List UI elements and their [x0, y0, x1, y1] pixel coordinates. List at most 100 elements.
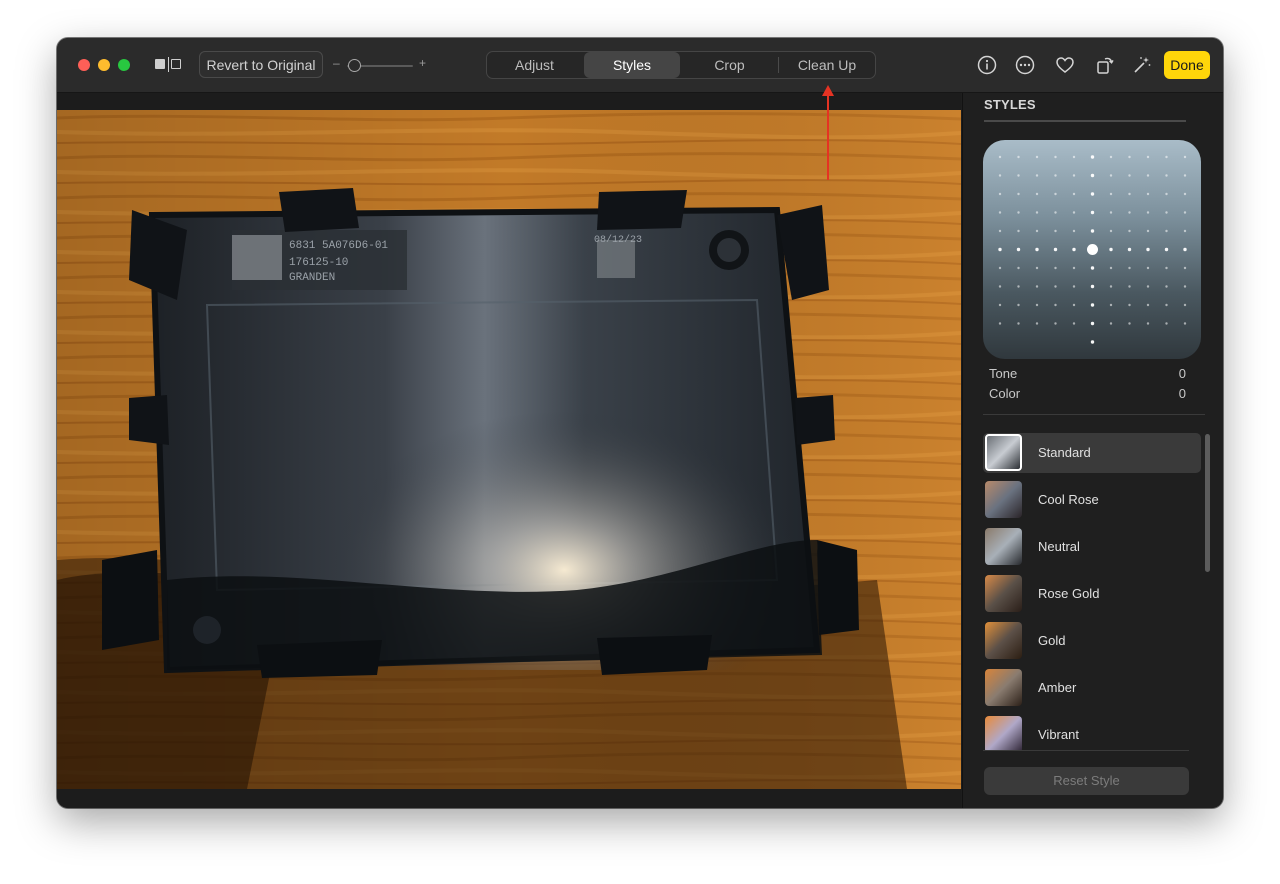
- style-name: Amber: [1038, 680, 1077, 695]
- pad-dot: [1146, 322, 1150, 325]
- pad-dot: [1183, 247, 1187, 252]
- slider-plus-label: +: [419, 56, 427, 70]
- pad-dot: [1109, 155, 1113, 159]
- pad-dot: [1017, 174, 1020, 177]
- pad-dot: [1128, 174, 1131, 177]
- pad-dot: [1128, 211, 1131, 214]
- pad-dot: [1128, 266, 1131, 270]
- style-thumbnail: [985, 669, 1022, 706]
- style-item-gold[interactable]: Gold: [983, 621, 1201, 661]
- style-item-vibrant[interactable]: Vibrant: [983, 715, 1201, 750]
- style-thumbnail: [985, 528, 1022, 565]
- style-item-rose-gold[interactable]: Rose Gold: [983, 574, 1201, 614]
- pad-dot: [1165, 192, 1168, 196]
- compare-icon[interactable]: [155, 57, 183, 72]
- photo-canvas[interactable]: 6831 5A076D6-01 176125-10 GRANDEN 08/12/…: [57, 93, 961, 808]
- photo-label-1: 6831 5A076D6-01: [289, 240, 388, 252]
- zoom-window-button[interactable]: [118, 59, 130, 71]
- rotate-icon[interactable]: [1095, 55, 1115, 75]
- pad-dot: [1054, 155, 1057, 159]
- style-item-standard[interactable]: Standard: [983, 433, 1201, 473]
- pad-dot: [1035, 174, 1039, 177]
- pad-dot: [998, 247, 1002, 252]
- pad-dot: [1165, 266, 1168, 270]
- photo-label-4: 08/12/23: [594, 234, 642, 246]
- pad-dot: [1109, 285, 1113, 288]
- pad-dot: [1054, 285, 1057, 288]
- pad-dot: [1090, 303, 1095, 307]
- style-thumbnail: [985, 481, 1022, 518]
- pad-dot: [1183, 322, 1187, 325]
- pad-dot: [1165, 229, 1168, 233]
- info-icon[interactable]: [977, 55, 997, 75]
- photo-label-3: GRANDEN: [289, 272, 335, 284]
- pad-dot: [1072, 285, 1076, 288]
- pad-dot: [1054, 211, 1057, 214]
- pad-dot: [1054, 174, 1057, 177]
- pad-dot: [1054, 192, 1057, 196]
- auto-enhance-icon[interactable]: [1132, 55, 1152, 75]
- pad-dot: [1183, 174, 1187, 177]
- minimize-window-button[interactable]: [98, 59, 110, 71]
- tone-label: Tone: [989, 366, 1018, 381]
- pad-dot: [1146, 211, 1150, 214]
- color-value: 0: [1178, 386, 1186, 401]
- style-item-amber[interactable]: Amber: [983, 668, 1201, 708]
- pad-dot: [1183, 211, 1187, 214]
- pad-dot: [1128, 303, 1131, 307]
- intensity-slider[interactable]: – +: [333, 56, 429, 73]
- pad-dot: [1035, 322, 1039, 325]
- style-tone-color-pad[interactable]: [983, 140, 1201, 359]
- tab-clean-up[interactable]: Clean Up: [779, 52, 875, 78]
- pad-dot: [1017, 285, 1020, 288]
- pad-dot: [1072, 211, 1076, 214]
- style-item-cool-rose[interactable]: Cool Rose: [983, 480, 1201, 520]
- pad-dot: [1053, 247, 1058, 252]
- pad-dot: [1090, 210, 1095, 215]
- list-bottom-divider: [983, 750, 1189, 751]
- tab-crop[interactable]: Crop: [682, 52, 777, 78]
- pad-dot: [1183, 229, 1187, 233]
- pad-dot: [1183, 266, 1187, 270]
- tab-adjust[interactable]: Adjust: [487, 52, 582, 78]
- style-name: Vibrant: [1038, 727, 1079, 742]
- pad-dot: [1072, 303, 1076, 307]
- style-thumbnail: [985, 434, 1022, 471]
- pad-dot: [1109, 174, 1113, 177]
- style-thumbnail: [985, 716, 1022, 750]
- pad-dot: [998, 229, 1002, 233]
- pad-dot: [1035, 211, 1039, 214]
- done-button[interactable]: Done: [1164, 51, 1210, 79]
- pad-dot: [1016, 247, 1021, 252]
- pad-dot: [1054, 322, 1057, 325]
- pad-dot: [1072, 229, 1076, 233]
- pad-dot: [1054, 229, 1057, 233]
- pad-dot: [1072, 174, 1076, 177]
- pad-dot: [998, 285, 1002, 288]
- reset-style-button[interactable]: Reset Style: [984, 767, 1189, 795]
- pad-dot: [1090, 284, 1095, 289]
- more-icon[interactable]: [1015, 55, 1035, 75]
- pad-dot: [998, 211, 1002, 214]
- pad-dot: [1072, 192, 1076, 196]
- slider-knob[interactable]: [348, 59, 361, 72]
- pad-dot: [1109, 229, 1113, 233]
- style-item-neutral[interactable]: Neutral: [983, 527, 1201, 567]
- pad-dot: [1128, 155, 1131, 159]
- tab-styles[interactable]: Styles: [584, 52, 680, 78]
- pad-dot: [1035, 155, 1039, 159]
- pad-dot: [1128, 285, 1131, 288]
- pad-dot: [1165, 174, 1168, 177]
- pad-dot: [1183, 303, 1187, 307]
- pad-dot: [1090, 266, 1095, 270]
- styles-title: STYLES: [984, 97, 1036, 112]
- pad-dot: [1146, 303, 1150, 307]
- heart-icon[interactable]: [1055, 55, 1075, 75]
- revert-to-original-button[interactable]: Revert to Original: [199, 51, 323, 78]
- style-name: Gold: [1038, 633, 1066, 648]
- close-window-button[interactable]: [78, 59, 90, 71]
- style-list-scrollbar[interactable]: [1205, 434, 1210, 572]
- pad-dot: [1128, 322, 1131, 325]
- pad-dot: [1090, 229, 1095, 233]
- pad-dot: [1017, 155, 1020, 159]
